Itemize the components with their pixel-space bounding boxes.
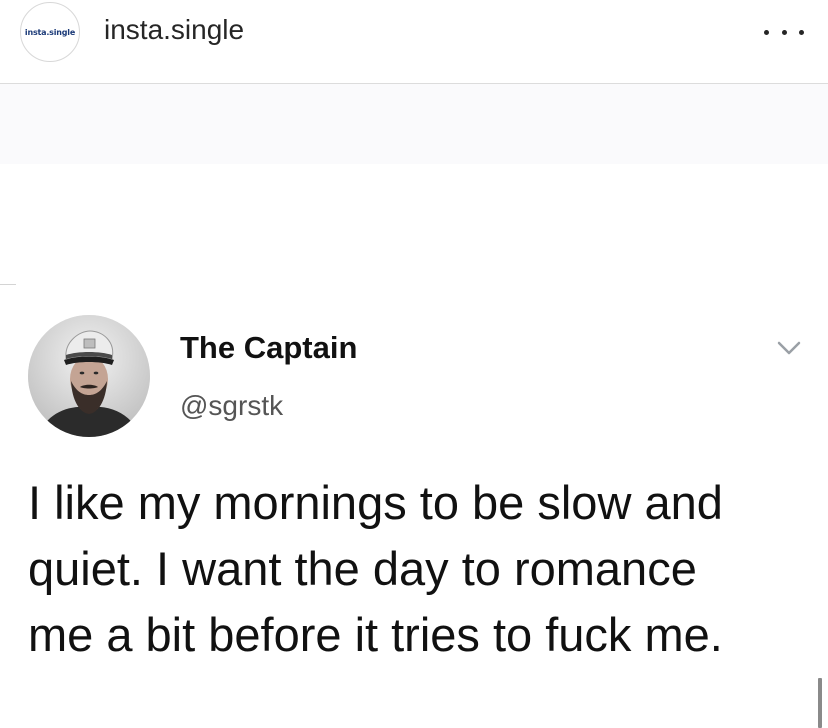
captain-portrait-icon	[28, 315, 150, 437]
scroll-indicator	[818, 678, 822, 728]
more-horizontal-icon	[799, 29, 804, 35]
more-horizontal-icon	[781, 29, 787, 35]
chevron-down-icon	[777, 341, 801, 355]
more-options-button[interactable]	[764, 24, 804, 40]
account-avatar[interactable]: insta.single	[20, 2, 80, 62]
more-horizontal-icon	[764, 29, 769, 35]
tweet-text: I like my mornings to be slow and quiet.…	[28, 476, 723, 661]
post-image[interactable]: The Captain @sgrstk I like my mornings t…	[0, 84, 828, 728]
instagram-post: insta.single insta.single The Captain @s…	[0, 0, 828, 728]
image-edge-mark	[0, 284, 16, 285]
tweet-author-name: The Captain	[180, 330, 358, 365]
tweet-author-handle: @sgrstk	[180, 390, 284, 421]
account-username[interactable]: insta.single	[104, 14, 244, 46]
image-top-band	[0, 84, 828, 164]
tweet-author-avatar	[28, 315, 150, 437]
account-avatar-logo-text: insta.single	[24, 27, 76, 37]
post-header: insta.single insta.single	[0, 0, 828, 84]
